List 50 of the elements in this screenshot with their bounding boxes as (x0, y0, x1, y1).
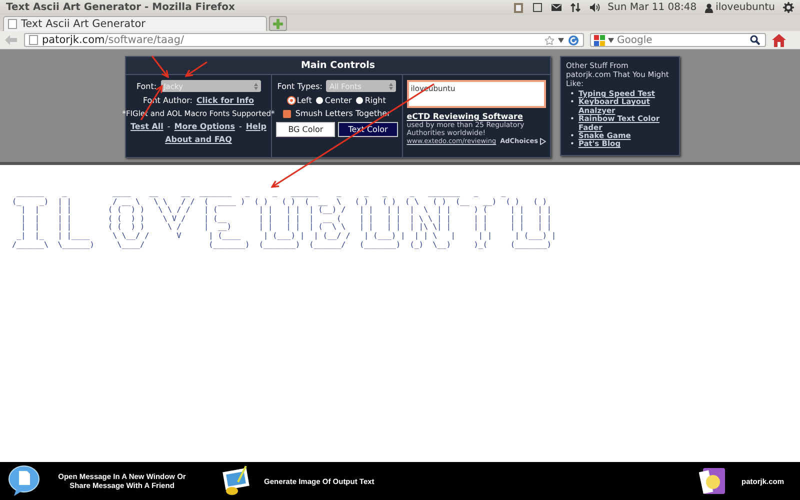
plus-icon (273, 18, 283, 28)
play-triangle-icon (540, 138, 546, 144)
annotation-arrow (185, 61, 208, 77)
link[interactable]: More Options (174, 122, 235, 131)
checkbox[interactable] (283, 110, 292, 118)
radio-button[interactable] (316, 97, 323, 104)
search-engine-icon[interactable] (594, 34, 605, 46)
radio-label: Left (296, 96, 312, 105)
address-bar[interactable]: patorjk.com/software/taag/ (24, 33, 584, 47)
clipboard-icon[interactable] (512, 2, 524, 13)
settings-icon[interactable] (783, 2, 794, 13)
mail-icon[interactable] (550, 2, 562, 13)
speaker-icon[interactable] (588, 2, 600, 13)
network-arrows-icon[interactable] (570, 2, 581, 13)
link[interactable]: About and FAQ (165, 135, 232, 144)
search-field[interactable]: Google (590, 33, 766, 47)
field-label: Font Types: (277, 82, 322, 90)
panel-title: Main Controls (126, 57, 550, 75)
page-icon (29, 35, 38, 45)
reload-icon[interactable] (568, 34, 579, 46)
clock[interactable]: Sun Mar 11 08:48 (608, 2, 697, 13)
window-icon[interactable] (532, 2, 543, 13)
ad-link[interactable]: eCTD Reviewing Software (406, 112, 523, 121)
select-arrows-icon (254, 82, 258, 90)
select-arrows-icon (389, 82, 394, 90)
search-icon[interactable] (750, 35, 760, 45)
speech-bubble-icon[interactable] (8, 465, 40, 497)
dropdown-caret-icon[interactable] (608, 38, 614, 42)
star-icon[interactable] (545, 36, 554, 44)
link[interactable]: Help (246, 122, 266, 131)
field-label: Font: (136, 82, 157, 90)
image-paint-icon[interactable] (222, 466, 252, 496)
link[interactable]: Click for Info (196, 96, 254, 105)
separator-text: - (238, 122, 242, 131)
search-input[interactable]: Google (617, 34, 747, 46)
bg-color-button[interactable]: BG Color (276, 122, 336, 137)
browser-tab[interactable]: Text Ascii Art Generator (3, 16, 267, 31)
home-icon[interactable] (772, 34, 786, 46)
separator-text: - (167, 122, 170, 131)
dropdown-caret-icon[interactable] (558, 38, 564, 42)
window-title: Text Ascii Art Generator - Mozilla Firefox (6, 2, 236, 13)
radio-button[interactable] (288, 97, 295, 104)
radio-label: Right (364, 96, 386, 105)
radio-label: Center (324, 96, 352, 105)
annotation-arrow (151, 55, 169, 78)
page-icon (8, 19, 17, 29)
link[interactable]: Test All (130, 122, 164, 131)
radio-button[interactable] (356, 97, 363, 104)
person-icon[interactable] (704, 2, 713, 12)
user-name[interactable]: iloveubuntu (716, 2, 775, 13)
